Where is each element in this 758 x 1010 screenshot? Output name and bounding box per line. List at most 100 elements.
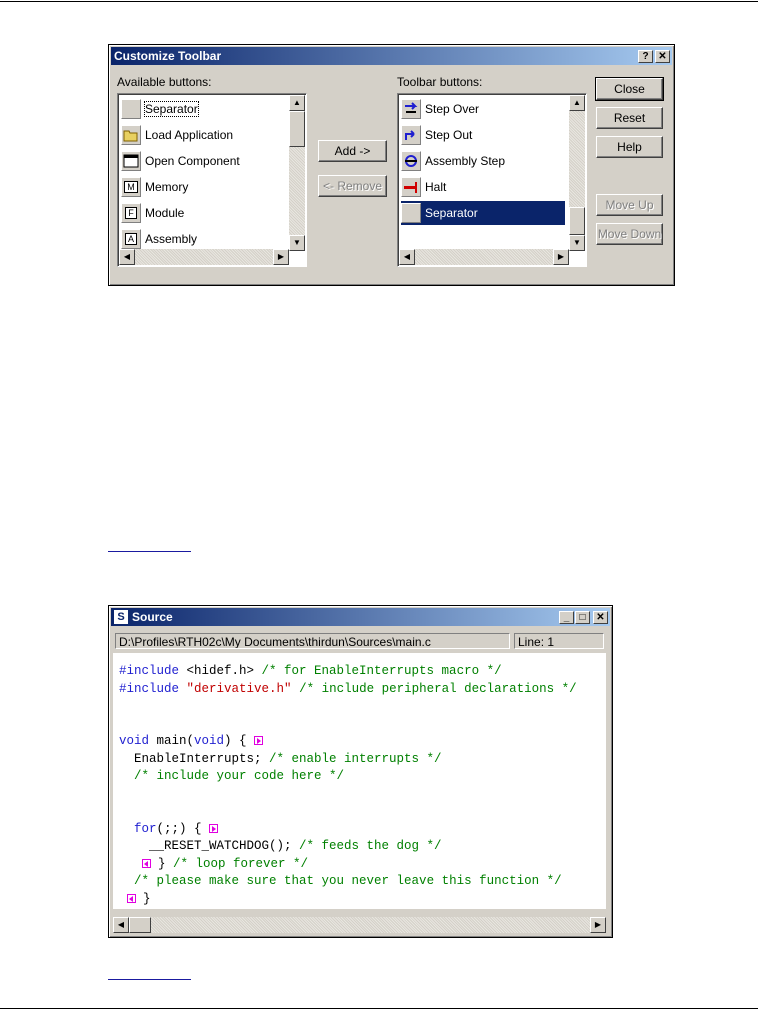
available-list-item[interactable]: M Memory — [121, 175, 285, 199]
toolbar-item-label: Step Over — [425, 102, 480, 116]
halt-icon — [401, 177, 421, 197]
code-line: EnableInterrupts; /* enable interrupts *… — [119, 751, 442, 766]
toolbar-item-label: Separator — [425, 206, 478, 220]
available-list-item[interactable]: A Assembly — [121, 227, 285, 251]
move-up-button[interactable]: Move Up — [596, 194, 663, 216]
folder-open-icon — [121, 125, 141, 145]
available-item-label: Assembly — [145, 232, 198, 246]
code-line: } — [119, 891, 577, 909]
code-line: __RESET_WATCHDOG(); /* feeds the dog */ — [119, 839, 442, 853]
available-list-item[interactable]: Open Component — [121, 149, 285, 173]
fold-collapse-icon[interactable] — [254, 736, 264, 746]
toolbar-list-item[interactable]: Assembly Step — [401, 149, 565, 173]
source-app-icon: S — [114, 610, 128, 624]
scroll-down-arrow-icon[interactable]: ▼ — [569, 235, 585, 251]
toolbar-buttons-list[interactable]: Step Over Step Out Assembly Step Halt Separa… — [397, 93, 587, 267]
code-line: #include "derivative.h" /* include perip… — [119, 681, 577, 696]
scroll-left-arrow-icon[interactable]: ◀ — [399, 249, 415, 265]
toolbar-list-item[interactable]: Step Over — [401, 97, 565, 121]
close-title-button[interactable]: ✕ — [655, 50, 670, 63]
step-out-icon — [401, 125, 421, 145]
scroll-left-arrow-icon[interactable]: ◀ — [113, 917, 129, 933]
code-line: ​ — [119, 698, 577, 716]
available-item-label: Load Application — [145, 128, 234, 142]
scroll-thumb[interactable] — [569, 207, 585, 235]
scroll-down-arrow-icon[interactable]: ▼ — [289, 235, 305, 251]
scroll-right-arrow-icon[interactable]: ▶ — [273, 249, 289, 265]
code-editor[interactable]: #include <hidef.h> /* for EnableInterrup… — [113, 653, 606, 909]
scroll-up-arrow-icon[interactable]: ▲ — [569, 95, 585, 111]
scroll-up-arrow-icon[interactable]: ▲ — [289, 95, 305, 111]
code-line: ​ — [119, 716, 577, 734]
toolbar-buttons-label: Toolbar buttons: — [397, 75, 483, 89]
toolbar-vscroll[interactable]: ▲ ▼ — [569, 95, 585, 251]
scroll-left-arrow-icon[interactable]: ◀ — [119, 249, 135, 265]
toolbar-list-item[interactable]: Halt — [401, 175, 565, 199]
assembly-step-icon — [401, 151, 421, 171]
available-item-label: Memory — [145, 180, 189, 194]
code-line: /* please make sure that you never leave… — [134, 874, 562, 888]
move-down-button[interactable]: Move Down — [596, 223, 663, 245]
scroll-thumb[interactable] — [289, 111, 305, 147]
toolbar-list-item[interactable]: Separator — [401, 201, 565, 225]
step-over-icon — [401, 99, 421, 119]
toolbar-item-label: Step Out — [425, 128, 473, 142]
scroll-thumb[interactable] — [129, 917, 151, 933]
source-window: S Source _ □ ✕ D:\Profiles\RTH02c\My Doc… — [108, 605, 613, 938]
add-button[interactable]: Add -> — [318, 140, 387, 162]
available-list-item[interactable]: F Module — [121, 201, 285, 225]
separator-icon — [401, 203, 421, 223]
reference-link-underline[interactable] — [108, 979, 191, 980]
toolbar-item-label: Assembly Step — [425, 154, 506, 168]
available-buttons-label: Available buttons: — [117, 75, 212, 89]
memory-icon: M — [121, 177, 141, 197]
available-vscroll[interactable]: ▲ ▼ — [289, 95, 305, 251]
available-item-label: Separator — [144, 101, 199, 117]
available-hscroll[interactable]: ◀ ▶ — [119, 249, 289, 265]
close-button[interactable]: Close — [595, 77, 664, 101]
available-item-label: Module — [145, 206, 185, 220]
available-list-item[interactable]: Load Application — [121, 123, 285, 147]
code-line: #include <hidef.h> /* for EnableInterrup… — [119, 664, 502, 678]
code-line: void main(void) { — [119, 733, 577, 751]
source-code[interactable]: #include <hidef.h> /* for EnableInterrup… — [119, 663, 577, 908]
file-path-field: D:\Profiles\RTH02c\My Documents\thirdun\… — [115, 633, 510, 649]
toolbar-hscroll[interactable]: ◀ ▶ — [399, 249, 569, 265]
page-bottom-rule — [0, 1008, 758, 1009]
code-line: ​ — [119, 786, 577, 804]
reset-button[interactable]: Reset — [596, 107, 663, 129]
help-button[interactable]: Help — [596, 136, 663, 158]
separator-icon — [121, 99, 141, 119]
dialog-titlebar[interactable]: Customize Toolbar ? ✕ — [111, 47, 672, 65]
assembly-icon: A — [121, 229, 141, 249]
source-title: Source — [132, 610, 173, 624]
minimize-icon[interactable]: _ — [559, 611, 574, 624]
reference-link-underline[interactable] — [108, 551, 191, 552]
scroll-right-arrow-icon[interactable]: ▶ — [553, 249, 569, 265]
page-top-rule — [0, 1, 758, 2]
dialog-title: Customize Toolbar — [114, 49, 222, 63]
fold-end-icon[interactable] — [141, 858, 151, 868]
fold-collapse-icon[interactable] — [209, 823, 219, 833]
fold-end-icon[interactable] — [126, 893, 136, 903]
code-line: ​ — [119, 803, 577, 821]
source-titlebar[interactable]: S Source _ □ ✕ — [111, 608, 610, 626]
help-title-button[interactable]: ? — [638, 50, 653, 63]
toolbar-list-item[interactable]: Step Out — [401, 123, 565, 147]
scroll-right-arrow-icon[interactable]: ▶ — [590, 917, 606, 933]
window-icon — [121, 151, 141, 171]
code-line: /* include your code here */ — [134, 769, 345, 783]
maximize-icon[interactable]: □ — [575, 611, 590, 624]
code-line: } /* loop forever */ — [119, 856, 577, 874]
code-line: for(;;) { — [119, 821, 577, 839]
line-indicator: Line: 1 — [514, 633, 604, 649]
close-icon[interactable]: ✕ — [593, 611, 608, 624]
available-item-label: Open Component — [145, 154, 240, 168]
remove-button[interactable]: <- Remove — [318, 175, 387, 197]
available-buttons-list[interactable]: Separator Load Application Open Component M… — [117, 93, 307, 267]
module-icon: F — [121, 203, 141, 223]
available-list-item[interactable]: Separator — [121, 97, 285, 121]
source-hscroll[interactable]: ◀ ▶ — [113, 917, 606, 933]
customize-toolbar-dialog: Customize Toolbar ? ✕ Available buttons:… — [108, 44, 675, 286]
toolbar-item-label: Halt — [425, 180, 447, 194]
